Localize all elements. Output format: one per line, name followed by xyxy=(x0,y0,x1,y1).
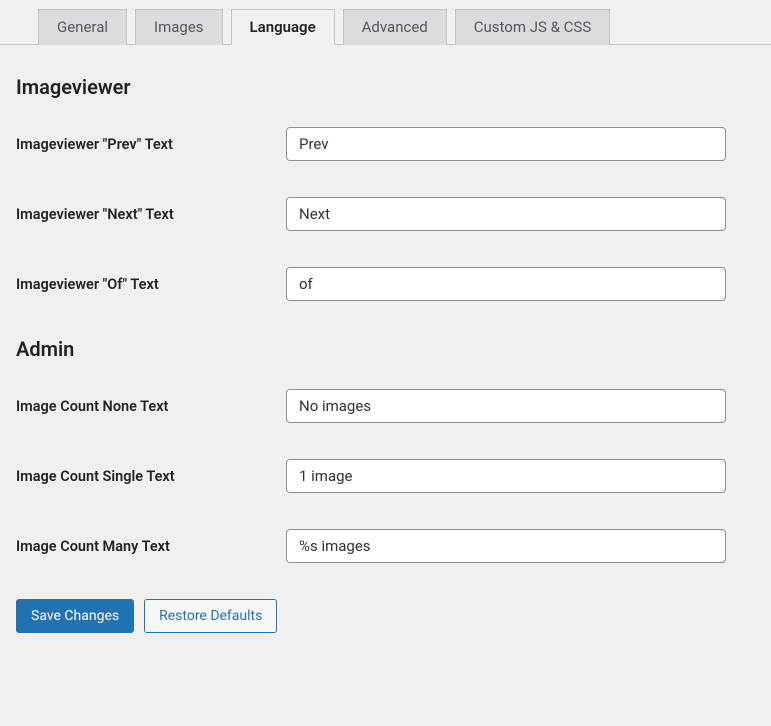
label-count-single: Image Count Single Text xyxy=(16,468,286,485)
tabs-navigation: General Images Language Advanced Custom … xyxy=(0,0,771,45)
field-row-count-many: Image Count Many Text xyxy=(16,529,755,563)
input-next-text[interactable] xyxy=(286,197,726,231)
field-row-prev: Imageviewer "Prev" Text xyxy=(16,127,755,161)
input-of-text[interactable] xyxy=(286,267,726,301)
field-row-count-none: Image Count None Text xyxy=(16,389,755,423)
section-title-imageviewer: Imageviewer xyxy=(16,75,755,99)
label-prev-text: Imageviewer "Prev" Text xyxy=(16,136,286,153)
label-of-text: Imageviewer "Of" Text xyxy=(16,276,286,293)
restore-defaults-button[interactable]: Restore Defaults xyxy=(144,599,277,633)
tab-general[interactable]: General xyxy=(38,9,127,45)
label-count-many: Image Count Many Text xyxy=(16,538,286,555)
input-count-none[interactable] xyxy=(286,389,726,423)
input-count-single[interactable] xyxy=(286,459,726,493)
tab-language[interactable]: Language xyxy=(231,9,335,45)
field-row-of: Imageviewer "Of" Text xyxy=(16,267,755,301)
label-next-text: Imageviewer "Next" Text xyxy=(16,206,286,223)
tab-advanced[interactable]: Advanced xyxy=(343,9,447,45)
input-prev-text[interactable] xyxy=(286,127,726,161)
label-count-none: Image Count None Text xyxy=(16,398,286,415)
save-button[interactable]: Save Changes xyxy=(16,599,134,633)
section-title-admin: Admin xyxy=(16,337,755,361)
field-row-next: Imageviewer "Next" Text xyxy=(16,197,755,231)
settings-content: Imageviewer Imageviewer "Prev" Text Imag… xyxy=(0,45,771,649)
field-row-count-single: Image Count Single Text xyxy=(16,459,755,493)
action-buttons: Save Changes Restore Defaults xyxy=(16,599,755,633)
tab-custom-js-css[interactable]: Custom JS & CSS xyxy=(455,9,611,45)
input-count-many[interactable] xyxy=(286,529,726,563)
tab-images[interactable]: Images xyxy=(135,9,223,45)
